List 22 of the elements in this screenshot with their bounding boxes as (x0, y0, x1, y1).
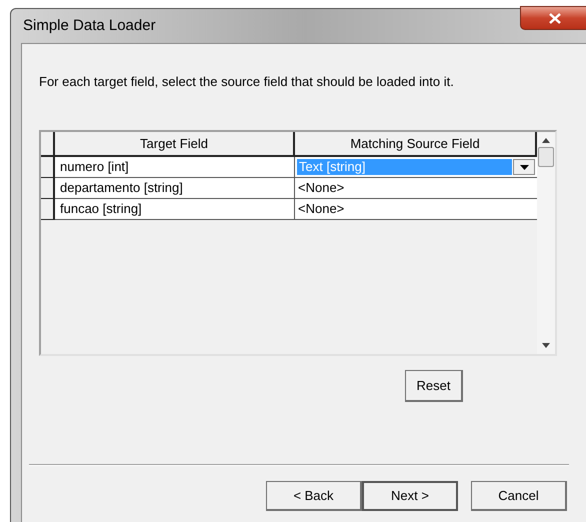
table-cell[interactable]: <None> (295, 178, 537, 199)
table-cell: departamento [string] (55, 178, 295, 199)
column-header[interactable]: Target Field (55, 132, 295, 157)
wizard-button[interactable]: < Back (266, 481, 362, 511)
table-cell: funcao [string] (55, 199, 295, 220)
row-header[interactable] (41, 178, 55, 199)
wizard-button[interactable]: Cancel (471, 481, 567, 511)
row-header[interactable] (41, 157, 55, 178)
window-title: Simple Data Loader (23, 16, 156, 36)
close-icon (549, 12, 561, 24)
vertical-scrollbar[interactable] (537, 132, 555, 354)
row-header[interactable] (41, 199, 55, 220)
wizard-button[interactable]: Next > (362, 481, 458, 511)
instruction-text: For each target field, select the source field that should be loaded into it. (39, 74, 454, 89)
table-cell[interactable]: <None> (295, 199, 537, 220)
table-cell: numero [int] (55, 157, 295, 178)
scrollbar-thumb[interactable] (538, 147, 554, 167)
scroll-up-icon[interactable] (542, 138, 550, 143)
scroll-down-icon[interactable] (542, 343, 550, 348)
reset-button[interactable]: Reset (405, 370, 463, 402)
close-button[interactable] (520, 6, 586, 30)
column-header[interactable]: Matching Source Field (295, 132, 537, 157)
